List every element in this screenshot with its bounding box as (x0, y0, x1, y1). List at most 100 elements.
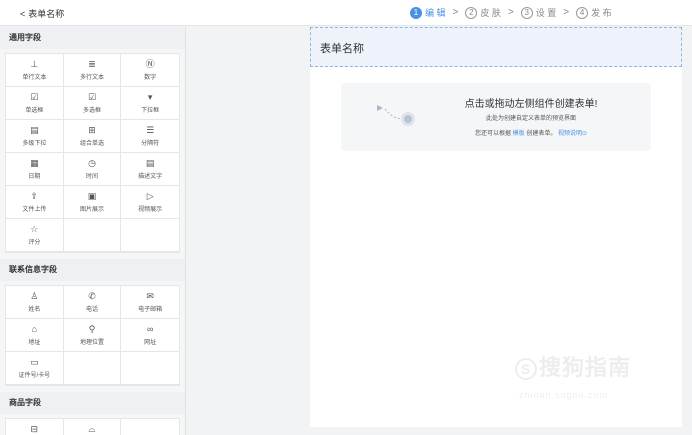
template-link[interactable]: 模板 (513, 131, 525, 137)
image-display-icon: ▣ (87, 191, 97, 201)
component-item[interactable]: ▭ 证件号/卡号 (6, 352, 64, 385)
component-label: 日期 (28, 174, 41, 180)
component-item[interactable]: ⚲ 地理位置 (63, 319, 122, 352)
component-label: 姓名 (28, 307, 41, 313)
component-item[interactable]: ⊥ 单行文本 (6, 54, 64, 87)
component-label: 描述文字 (138, 174, 163, 180)
empty-cell (121, 219, 179, 252)
component-label: 地理位置 (79, 340, 104, 346)
step-label: 发 布 (591, 8, 612, 18)
combo-single-select-icon: ⊞ (88, 125, 96, 135)
component-item[interactable]: ♙ 姓名 (6, 286, 64, 319)
step-label: 编 辑 (425, 8, 446, 18)
step-publish[interactable]: 4 发 布 (576, 6, 612, 19)
step-number: 3 (520, 6, 533, 19)
component-item[interactable]: ☆ 评分 (6, 219, 64, 252)
email-icon: ✉ (146, 291, 154, 301)
component-item[interactable]: ⌂ 地址 (6, 319, 64, 352)
component-label: 电话 (85, 307, 98, 313)
component-label: 时间 (85, 174, 98, 180)
section-title: 商品字段 (0, 392, 185, 414)
component-item[interactable]: ▷ 视频展示 (121, 186, 179, 219)
empty-cell (121, 352, 179, 385)
hint-middle: 创建表单。 (526, 131, 557, 137)
empty-sub-text: 此处为创建自定义表单的预览界面 (485, 116, 576, 122)
watermark-logo-icon: S (515, 358, 537, 381)
component-item[interactable]: ☰ 分隔符 (121, 120, 179, 153)
component-item[interactable]: ◷ 时间 (63, 153, 122, 186)
component-item[interactable]: ▣ 图片展示 (63, 186, 122, 219)
component-label: 视频展示 (138, 207, 163, 213)
component-item[interactable]: ⇪ 文件上传 (6, 186, 64, 219)
component-item[interactable]: ⊞ 组合单选 (63, 120, 122, 153)
id-card-icon: ▭ (30, 357, 39, 367)
empty-cell (63, 352, 122, 385)
url-icon: ∞ (146, 324, 154, 334)
empty-cell (121, 419, 179, 435)
empty-main-text: 点击或拖动左侧组件创建表单! (464, 99, 598, 110)
component-item[interactable]: ∞ 网址 (121, 319, 179, 352)
file-upload-icon: ⇪ (30, 191, 39, 201)
watermark-brand: 搜狗指南 (539, 355, 632, 380)
component-label: 多选框 (82, 108, 101, 114)
location-icon: ⚲ (88, 324, 96, 334)
component-item[interactable]: ⌓无图商品 (64, 419, 122, 435)
step-settings[interactable]: 3 设 置 (520, 6, 557, 19)
step-label: 设 置 (535, 8, 557, 18)
component-label: 电子邮箱 (138, 307, 163, 313)
address-icon: ⌂ (31, 324, 38, 334)
component-item[interactable]: ▦ 日期 (6, 153, 64, 186)
checkbox-icon: ☑ (87, 92, 97, 102)
form-title-bar[interactable]: 表单名称 (310, 27, 682, 67)
dropdown-icon: ▾ (147, 92, 153, 102)
component-label: 网址 (144, 340, 157, 346)
component-item[interactable]: ▾ 下拉框 (121, 87, 179, 120)
chevron-right-icon: > (452, 7, 459, 18)
play-circle-icon: ⊙ (582, 131, 588, 137)
component-grid: ⊥ 单行文本 ≣ 多行文本 Ⓝ 数字 ☑ 单选框 ☑ 多选框 ▾ 下拉框 ▤ 多级下拉 ⊞ 组合单选 ☰ 分隔符 ▦… (5, 53, 180, 253)
component-item[interactable]: ≣ 多行文本 (63, 54, 122, 87)
component-item[interactable]: ☑ 单选框 (6, 87, 64, 120)
component-label: 单选框 (25, 108, 44, 114)
step-label: 皮 肤 (480, 8, 501, 18)
back-button[interactable]: < 表单名称 (20, 7, 64, 20)
date-icon: ▦ (30, 158, 39, 168)
drag-illustration-icon (377, 105, 415, 126)
section-title: 通用字段 (0, 27, 185, 49)
component-grid: ♙ 姓名 ✆ 电话 ✉ 电子邮箱 ⌂ 地址 ⚲ 地理位置 ∞ 网址 ▭ 证件号/卡号 (5, 285, 180, 386)
component-item[interactable]: ✉ 电子邮箱 (121, 286, 179, 319)
component-sidebar: 通用字段 ⊥ 单行文本 ≣ 多行文本 Ⓝ 数字 ☑ 单选框 ☑ 多选框 ▾ 下拉框 ▤ 多级下拉 ⊞ 组合单选 ☰… (0, 27, 185, 435)
component-grid: ⊟配图商品⌓无图商品 (5, 418, 180, 435)
component-label: 评分 (28, 240, 41, 246)
step-edit[interactable]: 1 编 辑 (410, 6, 446, 19)
step-skin[interactable]: 2 皮 肤 (465, 6, 501, 19)
empty-state: 点击或拖动左侧组件创建表单! 此处为创建自定义表单的预览界面 您还可以根据 模板… (341, 83, 651, 151)
multi-line-text-icon: ≣ (88, 59, 96, 69)
component-item[interactable]: ▤ 多级下拉 (6, 120, 64, 153)
component-label: 文件上传 (22, 207, 47, 213)
back-label: 表单名称 (28, 9, 65, 19)
component-label: 证件号/卡号 (18, 373, 51, 379)
component-item[interactable]: ▤ 描述文字 (121, 153, 179, 186)
empty-hint: 您还可以根据 模板 创建表单。 视频说明⊙ (436, 128, 626, 137)
component-item[interactable]: ☑ 多选框 (63, 87, 122, 120)
sidebar-divider (185, 27, 186, 435)
component-item[interactable]: ⊟配图商品 (6, 419, 64, 435)
component-label: 数字 (144, 75, 157, 81)
step-number: 2 (465, 6, 478, 19)
component-item[interactable]: Ⓝ 数字 (121, 54, 179, 87)
component-label: 单行文本 (22, 75, 47, 81)
spec-product-icon: ⊟ (30, 424, 39, 434)
number-icon: Ⓝ (145, 59, 155, 69)
video-help-link[interactable]: 视频说明⊙ (558, 131, 587, 137)
form-title: 表单名称 (320, 43, 364, 55)
component-item[interactable]: ✆ 电话 (63, 286, 122, 319)
video-help-label: 视频说明 (558, 131, 583, 137)
cascade-dropdown-icon: ▤ (30, 125, 39, 135)
step-navigation: 1 编 辑 > 2 皮 肤 > 3 设 置 > 4 发 布 (410, 6, 612, 19)
separator-icon: ☰ (146, 125, 155, 135)
watermark: S 搜狗指南 zhinan.sogou.com (515, 350, 675, 410)
component-label: 地址 (28, 340, 41, 346)
name-icon: ♙ (30, 291, 39, 301)
rating-icon: ☆ (30, 224, 39, 234)
